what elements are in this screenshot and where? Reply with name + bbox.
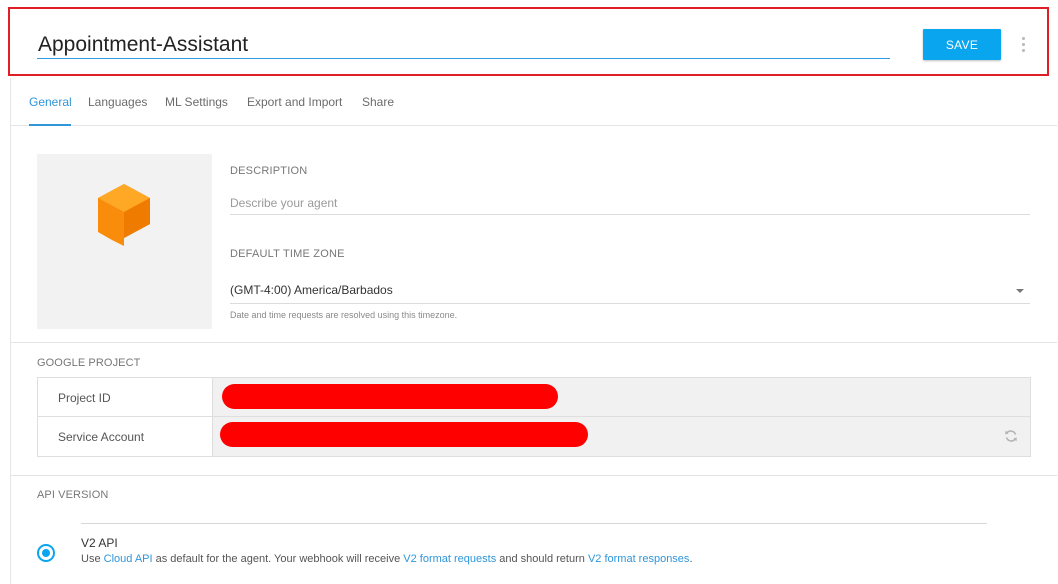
v2-format-requests-link[interactable]: V2 format requests (403, 553, 496, 565)
timezone-value: (GMT-4:00) America/Barbados (230, 283, 393, 297)
project-id-value (213, 378, 1030, 416)
dialogflow-logo-icon (98, 184, 150, 246)
refresh-icon[interactable] (1004, 429, 1018, 443)
settings-tabs: General Languages ML Settings Export and… (11, 78, 1057, 126)
timezone-label: DEFAULT TIME ZONE (230, 248, 345, 260)
cloud-api-link[interactable]: Cloud API (104, 553, 153, 565)
tab-export-import[interactable]: Export and Import (247, 95, 342, 109)
api-desc-text: and should return (496, 553, 588, 565)
chevron-down-icon (1016, 289, 1024, 293)
api-desc-text: as default for the agent. Your webhook w… (152, 553, 404, 565)
v2-api-title: V2 API (81, 536, 118, 550)
active-tab-indicator (29, 124, 71, 126)
save-button[interactable]: SAVE (923, 29, 1001, 60)
v2-format-responses-link[interactable]: V2 format responses (588, 553, 690, 565)
redaction-mark (222, 384, 558, 409)
api-version-title: API VERSION (37, 489, 109, 501)
google-project-table: Project ID Service Account (37, 377, 1031, 457)
tab-ml-settings[interactable]: ML Settings (165, 95, 228, 109)
agent-header: SAVE (8, 7, 1049, 76)
description-input[interactable] (230, 191, 1030, 215)
tab-general[interactable]: General (29, 95, 72, 109)
project-id-row: Project ID (38, 378, 1030, 417)
section-divider (11, 475, 1057, 476)
agent-name-input[interactable] (37, 31, 890, 59)
api-desc-text: . (689, 553, 693, 565)
google-project-title: GOOGLE PROJECT (37, 357, 141, 369)
more-options-icon[interactable] (1016, 33, 1030, 55)
api-desc-text: Use (81, 553, 104, 565)
redaction-mark (220, 422, 588, 447)
description-label: DESCRIPTION (230, 165, 308, 177)
service-account-value (213, 417, 1030, 456)
settings-content: General Languages ML Settings Export and… (10, 78, 1057, 584)
project-id-label: Project ID (38, 378, 213, 416)
tab-share[interactable]: Share (362, 95, 394, 109)
api-option-divider (81, 523, 987, 524)
kebab-dot (1021, 36, 1025, 40)
service-account-row: Service Account (38, 417, 1030, 456)
timezone-hint: Date and time requests are resolved usin… (230, 310, 458, 320)
section-divider (11, 342, 1057, 343)
service-account-label: Service Account (38, 417, 213, 456)
agent-avatar[interactable] (37, 154, 212, 329)
tab-languages[interactable]: Languages (88, 95, 147, 109)
kebab-dot (1021, 42, 1025, 46)
v2-api-description: Use Cloud API as default for the agent. … (81, 553, 693, 565)
kebab-dot (1021, 48, 1025, 52)
v2-api-radio[interactable] (37, 544, 55, 562)
timezone-select[interactable]: (GMT-4:00) America/Barbados (230, 278, 1030, 304)
